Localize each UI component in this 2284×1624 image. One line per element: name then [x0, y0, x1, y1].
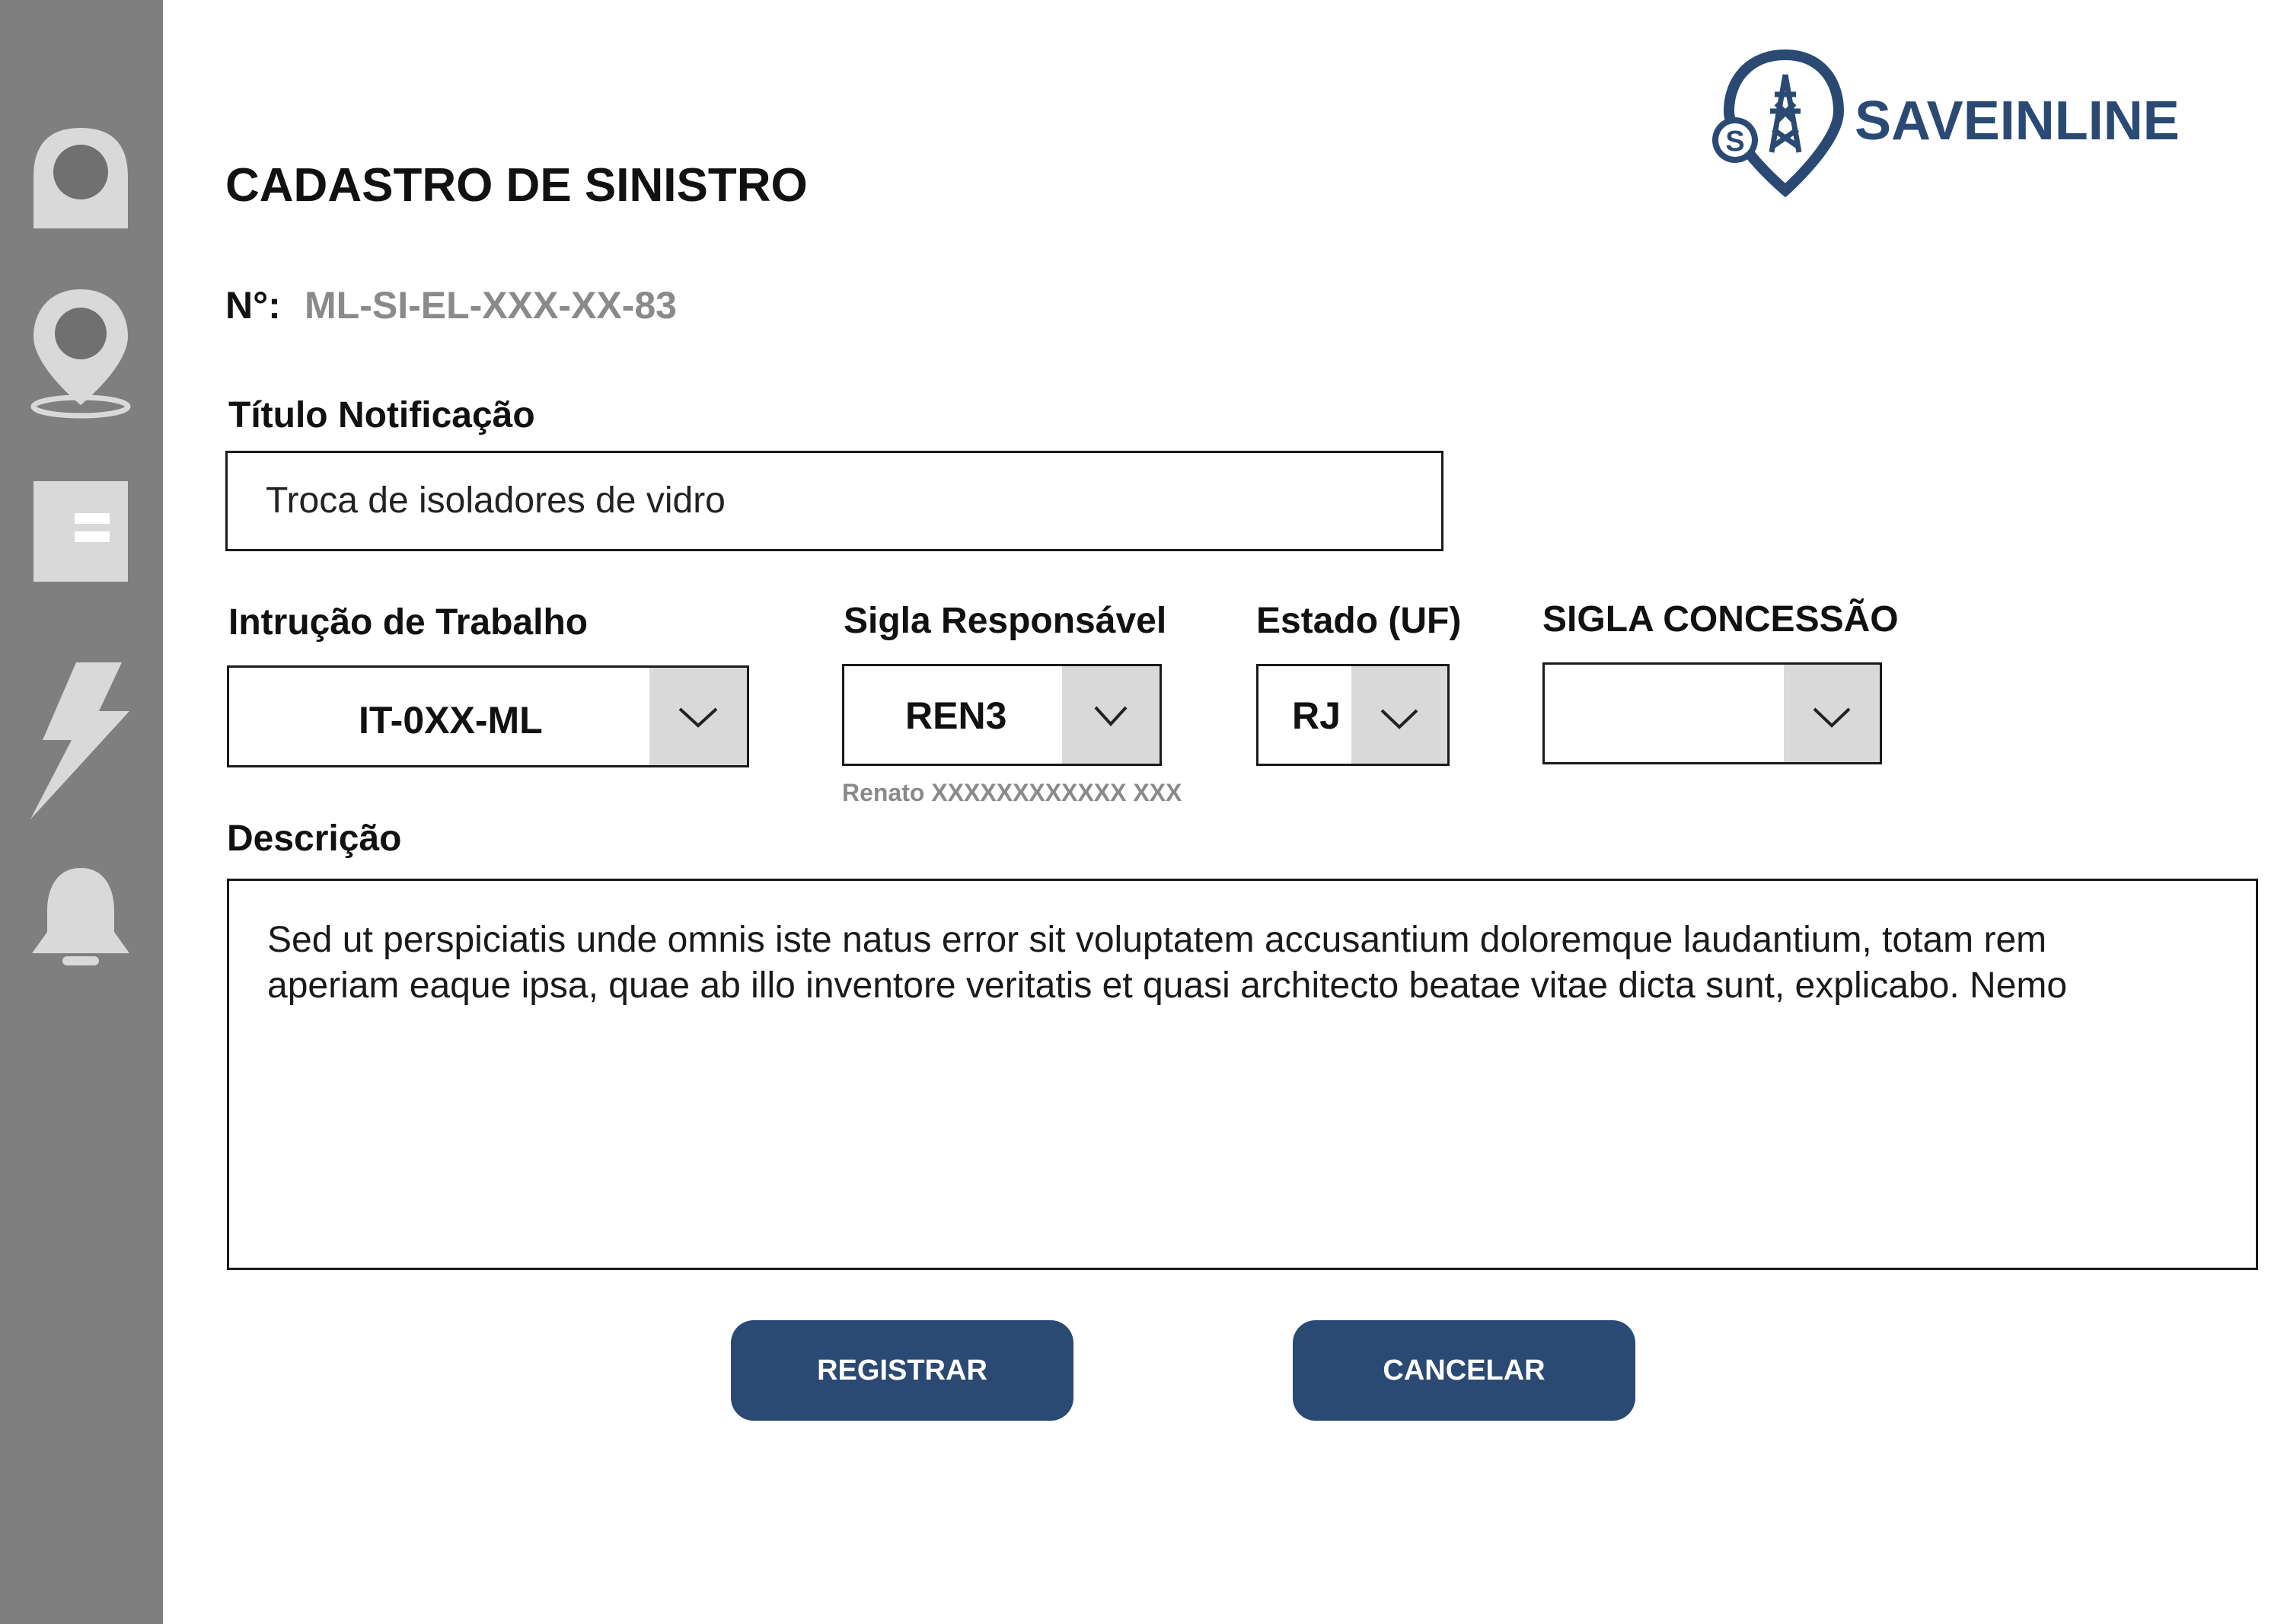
brand-name: SAVEINLINE	[1855, 91, 2180, 152]
descricao-textarea[interactable]: Sed ut perspiciatis unde omnis iste natu…	[227, 879, 2258, 1270]
chevron-down-icon[interactable]	[649, 668, 747, 765]
sigla-concessao-select[interactable]	[1542, 662, 1882, 764]
descricao-line-2: aperiam eaque ipsa, quae ab illo invento…	[267, 965, 2068, 1006]
chevron-down-icon[interactable]	[1351, 666, 1447, 764]
chevron-down-icon[interactable]	[1062, 666, 1160, 764]
sigla-responsavel-label: Sigla Responsável	[844, 601, 1167, 641]
sidebar	[0, 0, 163, 1624]
titulo-input[interactable]: Troca de isoladores de vidro	[225, 451, 1443, 551]
record-number-label: N°:	[225, 284, 281, 327]
sigla-responsavel-select[interactable]: REN3	[842, 664, 1162, 766]
record-number-value: ML-SI-EL-XXX-XX-83	[305, 284, 677, 327]
sigla-concessao-label: SIGLA CONCESSÃO	[1542, 599, 1899, 640]
chevron-down-icon[interactable]	[1784, 665, 1880, 762]
descricao-label: Descrição	[227, 818, 402, 859]
logo-pin-icon: S	[1712, 49, 1845, 198]
svg-text:S: S	[1725, 126, 1744, 158]
instrucao-label: Intrução de Trabalho	[228, 602, 589, 643]
user-icon[interactable]	[27, 122, 134, 228]
lightning-icon[interactable]	[27, 656, 134, 824]
bell-icon[interactable]	[27, 863, 134, 970]
estado-select[interactable]: RJ	[1256, 664, 1450, 766]
instrucao-value: IT-0XX-ML	[359, 699, 543, 742]
register-button[interactable]: REGISTRAR	[731, 1320, 1073, 1421]
estado-value: RJ	[1292, 694, 1341, 737]
page-title: CADASTRO DE SINISTRO	[225, 159, 808, 212]
sigla-responsavel-value: REN3	[905, 694, 1007, 737]
responsavel-hint: Renato XXXXXXXXXXXX XXX	[842, 779, 1182, 806]
estado-label: Estado (UF)	[1256, 601, 1462, 641]
instrucao-select[interactable]: IT-0XX-ML	[227, 665, 749, 767]
cancel-button[interactable]: CANCELAR	[1293, 1320, 1635, 1421]
descricao-line-1: Sed ut perspiciatis unde omnis iste natu…	[267, 920, 2047, 960]
location-pin-icon[interactable]	[27, 283, 134, 420]
titulo-label: Título Notificação	[228, 395, 535, 436]
document-icon[interactable]	[27, 478, 134, 585]
